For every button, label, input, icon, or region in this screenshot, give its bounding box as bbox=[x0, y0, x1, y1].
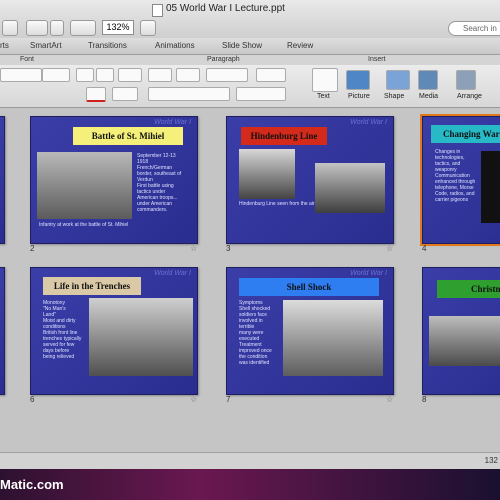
align-buttons[interactable] bbox=[148, 87, 230, 101]
slide-header: World War I bbox=[154, 270, 191, 277]
slide-title: Christmas bbox=[437, 280, 500, 298]
arrange-button[interactable] bbox=[456, 70, 476, 90]
toolbar-save-button[interactable] bbox=[50, 20, 64, 36]
picture-button-label: Picture bbox=[348, 93, 370, 100]
search-input[interactable]: Search in bbox=[448, 21, 500, 36]
picture-button[interactable] bbox=[346, 70, 370, 90]
star-icon: ☆ bbox=[386, 395, 394, 404]
slide-bullets-placeholder bbox=[239, 209, 319, 229]
bullets-button[interactable] bbox=[148, 68, 172, 82]
group-font-label: Font bbox=[20, 56, 35, 63]
tab-transitions[interactable]: Transitions bbox=[88, 41, 127, 50]
slide-title: Changing War bbox=[431, 125, 500, 143]
slide-photo bbox=[89, 298, 193, 376]
slide-header: World War I bbox=[350, 270, 387, 277]
ribbon-group-headers: Font Paragraph Insert bbox=[0, 55, 500, 65]
slide-number: 2 bbox=[30, 244, 35, 253]
slide-photo bbox=[37, 152, 132, 219]
toolbar-open-button[interactable] bbox=[26, 20, 48, 36]
status-zoom: 132 bbox=[484, 456, 498, 465]
font-name-field[interactable] bbox=[0, 68, 42, 82]
watermark-logo: Matic.com bbox=[0, 477, 64, 492]
indent-button[interactable] bbox=[206, 68, 248, 82]
group-paragraph-label: Paragraph bbox=[207, 56, 240, 63]
zoom-field[interactable]: 132% bbox=[102, 20, 134, 35]
toolbar-new-button[interactable] bbox=[2, 20, 18, 36]
clear-format-button[interactable] bbox=[118, 68, 142, 82]
slide-header: World War I bbox=[350, 119, 387, 126]
desktop-background bbox=[0, 469, 500, 500]
shrink-font-button[interactable] bbox=[96, 68, 114, 82]
tab-slide-show[interactable]: Slide Show bbox=[222, 41, 262, 50]
slide-caption: Hindenburg Line seen from the air bbox=[239, 201, 315, 207]
slide-number: 7 bbox=[226, 395, 231, 404]
slide-thumbnail-1-partial[interactable] bbox=[0, 116, 5, 244]
ribbon: Text Picture Shape Media Arrange bbox=[0, 65, 500, 108]
tab-charts[interactable]: rts bbox=[0, 41, 9, 50]
document-icon bbox=[152, 4, 163, 17]
tab-smartart[interactable]: SmartArt bbox=[30, 41, 62, 50]
shape-button-label: Shape bbox=[384, 93, 405, 100]
slide-number: 4 bbox=[422, 244, 427, 253]
window-title: 05 World War I Lecture.ppt bbox=[166, 3, 285, 14]
star-icon: ☆ bbox=[190, 395, 198, 404]
slide-bullets: Changes in technologies, tactics, and we… bbox=[435, 149, 476, 203]
status-bar: 132 bbox=[0, 452, 500, 470]
slide-thumbnail-6[interactable]: World War I Life in the Trenches Monoton… bbox=[30, 267, 198, 395]
slide-title: Hindenburg Line bbox=[241, 127, 327, 145]
toolbar-undo-button[interactable] bbox=[70, 20, 96, 36]
media-button[interactable] bbox=[418, 70, 438, 90]
text-button-label: Text bbox=[317, 93, 330, 100]
toolbar-help-button[interactable] bbox=[140, 20, 156, 36]
columns-button[interactable] bbox=[256, 68, 286, 82]
ribbon-tabs: rts SmartArt Transitions Animations Slid… bbox=[0, 38, 500, 55]
slide-photo bbox=[481, 151, 500, 223]
font-size-field[interactable] bbox=[42, 68, 70, 82]
slide-number: 3 bbox=[226, 244, 231, 253]
slide-caption: Infantry at work at the battle of St. Mi… bbox=[39, 222, 129, 228]
slide-bullets: September 12-13 1918 French/German borde… bbox=[137, 153, 182, 213]
slide-title: Life in the Trenches bbox=[43, 277, 141, 295]
font-color-button[interactable] bbox=[86, 87, 106, 102]
title-bar: 132% 05 World War I Lecture.ppt Search i… bbox=[0, 0, 500, 39]
text-direction-button[interactable] bbox=[236, 87, 286, 101]
tab-animations[interactable]: Animations bbox=[155, 41, 195, 50]
slide-thumbnail-8[interactable]: Christmas bbox=[422, 267, 500, 395]
slide-thumbnail-7[interactable]: World War I Shell Shock Symptoms Shell s… bbox=[226, 267, 394, 395]
slide-bullets: Monotony "No Man's Land" Moist and dirty… bbox=[43, 300, 82, 360]
tab-review[interactable]: Review bbox=[287, 41, 313, 50]
slide-sorter: World War I Battle of St. Mihiel Septemb… bbox=[0, 108, 500, 452]
star-icon: ☆ bbox=[190, 244, 198, 253]
slide-photo-caption bbox=[303, 380, 383, 386]
slide-photo bbox=[429, 316, 500, 366]
text-box-button[interactable] bbox=[312, 68, 338, 92]
slide-number: 8 bbox=[422, 395, 427, 404]
slide-bullets: Symptoms Shell shocked soldiers face inv… bbox=[239, 300, 272, 366]
slide-thumbnail-5-partial[interactable] bbox=[0, 267, 5, 395]
slide-header: World War I bbox=[154, 119, 191, 126]
group-insert-label: Insert bbox=[368, 56, 386, 63]
slide-thumbnail-2[interactable]: World War I Battle of St. Mihiel Septemb… bbox=[30, 116, 198, 244]
arrange-button-label: Arrange bbox=[457, 93, 482, 100]
highlight-button[interactable] bbox=[112, 87, 138, 101]
shape-button[interactable] bbox=[386, 70, 410, 90]
slide-title: Shell Shock bbox=[239, 278, 379, 296]
media-button-label: Media bbox=[419, 93, 439, 100]
grow-font-button[interactable] bbox=[76, 68, 94, 82]
slide-photo bbox=[315, 163, 385, 213]
slide-number: 6 bbox=[30, 395, 35, 404]
numbering-button[interactable] bbox=[176, 68, 200, 82]
slide-photo bbox=[239, 149, 295, 199]
slide-thumbnail-4-selected[interactable]: Changing War Changes in technologies, ta… bbox=[420, 114, 500, 246]
slide-title: Battle of St. Mihiel bbox=[73, 127, 183, 145]
slide-photo bbox=[283, 300, 383, 376]
search-placeholder: Search in bbox=[463, 24, 497, 33]
slide-thumbnail-3[interactable]: World War I Hindenburg Line Hindenburg L… bbox=[226, 116, 394, 244]
star-icon: ☆ bbox=[386, 244, 394, 253]
